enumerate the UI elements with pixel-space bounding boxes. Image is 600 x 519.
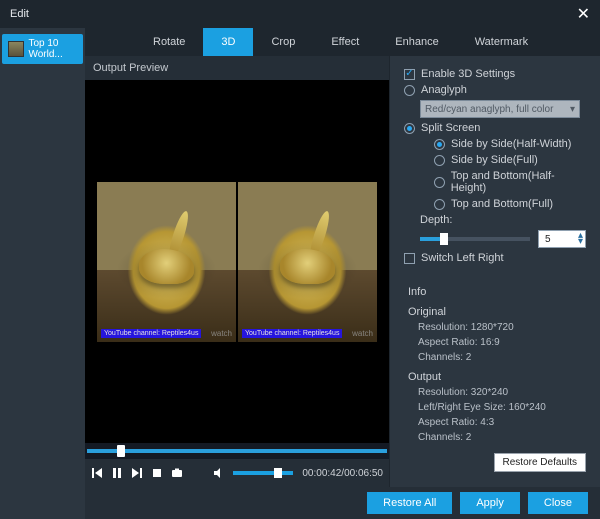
tb-half-label: Top and Bottom(Half-Height) [451,170,586,194]
overlay-watermark: watch [352,329,373,338]
time-display: 00:00:42/00:06:50 [302,468,383,479]
tabs: Rotate 3D Crop Effect Enhance Watermark [85,28,600,56]
restore-all-button[interactable]: Restore All [367,492,452,514]
tab-rotate[interactable]: Rotate [135,28,203,56]
anaglyph-radio[interactable] [404,85,415,96]
preview-label: Output Preview [85,56,389,80]
info-heading: Info [408,286,586,298]
volume-slider[interactable] [233,471,293,475]
sbs-full-radio[interactable] [434,155,445,166]
preview-column: Output Preview YouTube channel: Reptiles… [85,56,390,487]
anaglyph-combo-value: Red/cyan anaglyph, full color [425,104,553,115]
enable-3d-checkbox[interactable] [404,69,415,80]
output-resolution: Resolution: 320*240 [408,387,586,398]
sbs-half-radio[interactable] [434,139,445,150]
sidebar: Top 10 World... [0,28,85,519]
original-aspect: Aspect Ratio: 16:9 [408,337,586,348]
info-block: Info Original Resolution: 1280*720 Aspec… [404,286,586,443]
depth-spinner[interactable]: 5 ▴▾ [538,230,586,248]
tab-3d[interactable]: 3D [203,28,253,56]
tb-half-radio[interactable] [434,177,445,188]
preview-area: YouTube channel: Reptiles4us watch YouTu… [85,80,389,443]
next-button[interactable] [131,467,143,479]
original-heading: Original [408,306,586,318]
depth-value: 5 [545,234,551,245]
overlay-channel: YouTube channel: Reptiles4us [101,329,201,338]
original-channels: Channels: 2 [408,352,586,363]
pause-button[interactable] [111,467,123,479]
spinner-arrows-icon[interactable]: ▴▾ [578,233,583,245]
anaglyph-label: Anaglyph [421,84,467,96]
volume-icon[interactable] [213,467,225,479]
overlay-watermark: watch [211,329,232,338]
tab-watermark[interactable]: Watermark [457,28,546,56]
progress-bar[interactable] [85,443,389,459]
footer: Restore All Apply Close [85,487,600,519]
tb-full-label: Top and Bottom(Full) [451,198,553,210]
titlebar: Edit ✕ [0,0,600,28]
overlay-channel: YouTube channel: Reptiles4us [242,329,342,338]
close-icon[interactable]: ✕ [577,4,590,24]
player-controls: 00:00:42/00:06:50 [85,459,389,487]
original-resolution: Resolution: 1280*720 [408,322,586,333]
thumbnail-icon [8,41,24,57]
split-screen-radio[interactable] [404,123,415,134]
prev-button[interactable] [91,467,103,479]
sbs-full-label: Side by Side(Full) [451,154,538,166]
tab-crop[interactable]: Crop [253,28,313,56]
anaglyph-combo[interactable]: Red/cyan anaglyph, full color ▾ [420,100,580,118]
settings-panel: Enable 3D Settings Anaglyph Red/cyan ana… [390,56,600,487]
switch-lr-checkbox[interactable] [404,253,415,264]
preview-video: YouTube channel: Reptiles4us watch YouTu… [97,182,377,342]
sbs-half-label: Side by Side(Half-Width) [451,138,571,150]
chevron-down-icon: ▾ [570,104,575,115]
window-title: Edit [10,8,29,20]
tb-full-radio[interactable] [434,199,445,210]
enable-3d-label: Enable 3D Settings [421,68,515,80]
apply-button[interactable]: Apply [460,492,520,514]
sidebar-item-video[interactable]: Top 10 World... [2,34,83,64]
output-eye-size: Left/Right Eye Size: 160*240 [408,402,586,413]
switch-lr-label: Switch Left Right [421,252,504,264]
close-button[interactable]: Close [528,492,588,514]
snapshot-button[interactable] [171,467,183,479]
depth-slider[interactable] [420,237,530,241]
tab-effect[interactable]: Effect [313,28,377,56]
restore-defaults-button[interactable]: Restore Defaults [494,453,586,472]
split-screen-label: Split Screen [421,122,480,134]
sidebar-item-label: Top 10 World... [28,38,77,60]
stop-button[interactable] [151,467,163,479]
depth-label: Depth: [420,214,452,226]
progress-handle[interactable] [117,445,125,457]
output-aspect: Aspect Ratio: 4:3 [408,417,586,428]
tab-enhance[interactable]: Enhance [377,28,456,56]
output-heading: Output [408,371,586,383]
output-channels: Channels: 2 [408,432,586,443]
